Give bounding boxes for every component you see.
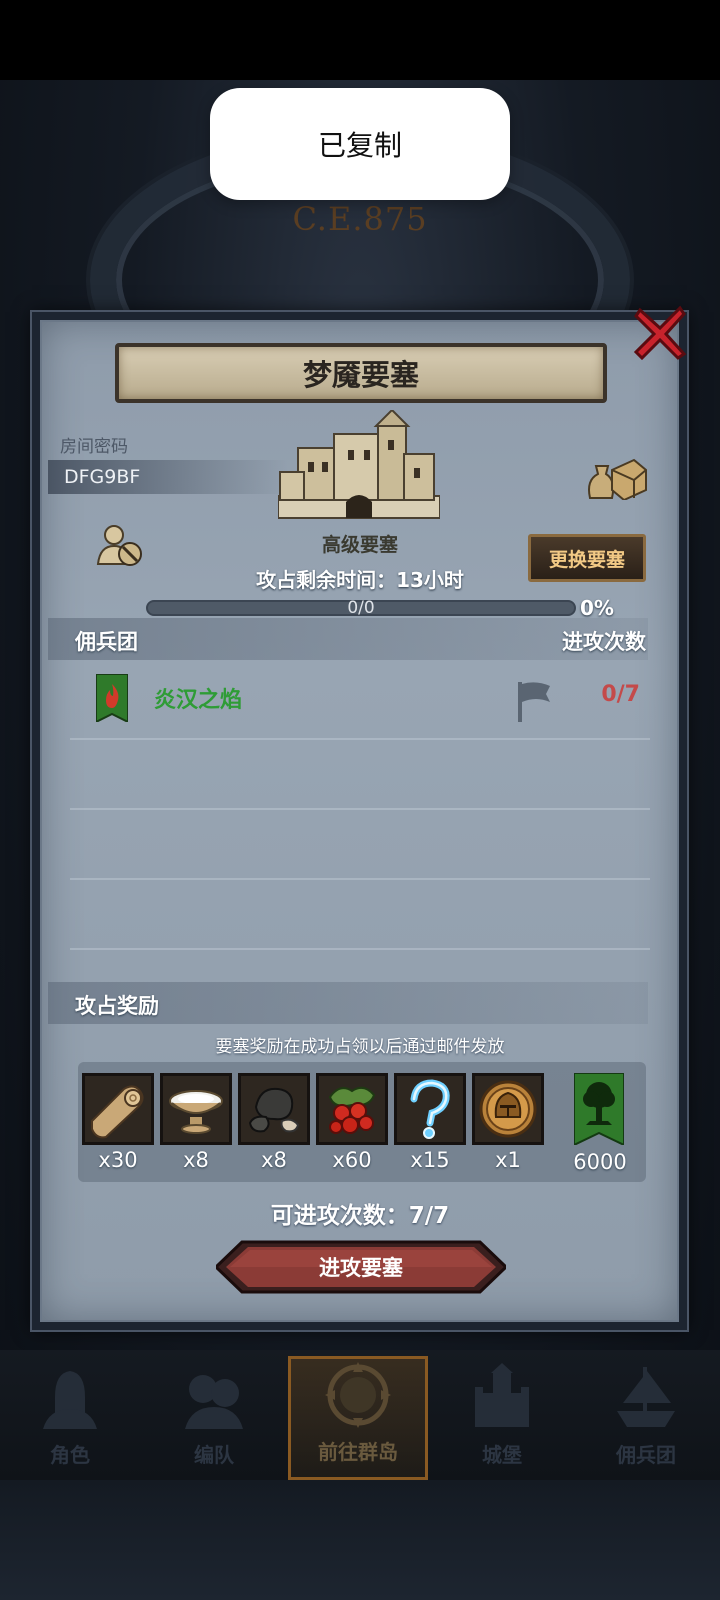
wood-log-icon bbox=[91, 1085, 144, 1139]
reward-qty: x30 bbox=[98, 1148, 138, 1172]
nav-label: 编队 bbox=[194, 1443, 234, 1467]
fortress-type-label: 高级要塞 bbox=[321, 534, 398, 556]
black-ore-icon bbox=[248, 1087, 300, 1133]
row-divider bbox=[70, 808, 650, 810]
reward-qty: x1 bbox=[495, 1148, 521, 1172]
close-icon bbox=[633, 305, 687, 360]
reward-item[interactable]: x60 bbox=[316, 1073, 388, 1172]
row-divider bbox=[70, 878, 650, 880]
nav-item-castle[interactable]: 城堡 bbox=[432, 1356, 572, 1480]
nav-label: 角色 bbox=[50, 1443, 90, 1467]
user-blocked-icon[interactable] bbox=[96, 524, 144, 568]
reward-item[interactable]: x15 bbox=[394, 1073, 466, 1172]
reward-item[interactable]: x8 bbox=[238, 1073, 310, 1172]
nav-label: 前往群岛 bbox=[318, 1440, 398, 1464]
knight-icon bbox=[43, 1371, 97, 1429]
era-year-text: C.E.875 bbox=[292, 200, 428, 238]
room-code[interactable]: DFG9BF bbox=[48, 460, 288, 494]
reward-item[interactable]: x1 bbox=[472, 1073, 544, 1172]
guild-attack-count: 0/7 bbox=[601, 682, 640, 707]
guilds-header-right: 进攻次数 bbox=[562, 630, 646, 654]
dialog-title-text: 梦魇要塞 bbox=[302, 358, 419, 392]
room-code-label: 房间密码 bbox=[60, 437, 128, 457]
rewards-note: 要塞奖励在成功占领以后通过邮件发放 bbox=[215, 1037, 505, 1057]
nav-label: 佣兵团 bbox=[616, 1443, 676, 1467]
guilds-header-left: 佣兵团 bbox=[75, 630, 138, 654]
change-fortress-button[interactable]: 更换要塞 bbox=[528, 534, 646, 582]
guild-name: 炎汉之焰 bbox=[154, 688, 243, 713]
compass-globe-icon bbox=[325, 1362, 391, 1428]
close-button[interactable] bbox=[628, 300, 692, 364]
progress-percent: 0% bbox=[580, 596, 614, 620]
room-code-value: DFG9BF bbox=[64, 466, 141, 488]
rewards-header: 攻占奖励 bbox=[75, 994, 159, 1018]
reward-qty: x15 bbox=[410, 1148, 450, 1172]
guild-row[interactable]: 炎汉之焰 0/7 bbox=[48, 670, 648, 742]
progress-text: 0/0 bbox=[347, 598, 375, 618]
reward-qty: x60 bbox=[332, 1148, 372, 1172]
white-bowl-icon bbox=[169, 1090, 223, 1134]
copied-toast: 已复制 bbox=[210, 88, 510, 200]
flag-icon bbox=[518, 682, 550, 722]
reward-item[interactable]: x8 bbox=[160, 1073, 232, 1172]
nav-item-character[interactable]: 角色 bbox=[0, 1356, 140, 1480]
nav-item-mercenary[interactable]: 佣兵团 bbox=[576, 1356, 716, 1480]
dialog-title: 梦魇要塞 bbox=[115, 343, 607, 403]
green-tree-banner-icon[interactable] bbox=[574, 1073, 624, 1145]
nav-item-islands[interactable]: 前往群岛 bbox=[288, 1356, 428, 1480]
capture-progress-bar: 0/0 bbox=[146, 598, 576, 618]
reward-qty: 6000 bbox=[573, 1150, 627, 1174]
guilds-section-header bbox=[48, 618, 648, 660]
ship-icon bbox=[617, 1367, 675, 1427]
nav-label: 城堡 bbox=[482, 1443, 522, 1467]
system-nav-bar bbox=[0, 1480, 720, 1600]
red-berries-icon bbox=[328, 1086, 376, 1134]
toast-text: 已复制 bbox=[317, 129, 402, 162]
available-attacks: 可进攻次数：7/7 bbox=[270, 1203, 450, 1229]
squad-icon bbox=[185, 1375, 243, 1429]
knight-helmet-coin-icon bbox=[479, 1080, 537, 1138]
attack-fortress-button[interactable]: 进攻要塞 bbox=[216, 1240, 506, 1294]
attack-fortress-label: 进攻要塞 bbox=[319, 1256, 403, 1280]
nav-item-squad[interactable]: 编队 bbox=[144, 1356, 284, 1480]
fortress-castle-icon bbox=[278, 410, 440, 519]
fire-banner-icon bbox=[96, 674, 128, 722]
castle-icon bbox=[475, 1363, 529, 1427]
change-fortress-label: 更换要塞 bbox=[548, 548, 625, 571]
reward-qty: x8 bbox=[183, 1148, 209, 1172]
row-divider bbox=[70, 738, 650, 740]
status-bar bbox=[0, 0, 720, 80]
row-divider bbox=[70, 948, 650, 950]
supply-sack-icon[interactable] bbox=[584, 454, 648, 500]
time-remaining: 攻占剩余时间：13小时 bbox=[256, 568, 464, 592]
reward-item[interactable]: x30 bbox=[82, 1073, 154, 1172]
reward-qty: x8 bbox=[261, 1148, 287, 1172]
blue-question-icon bbox=[410, 1079, 450, 1139]
